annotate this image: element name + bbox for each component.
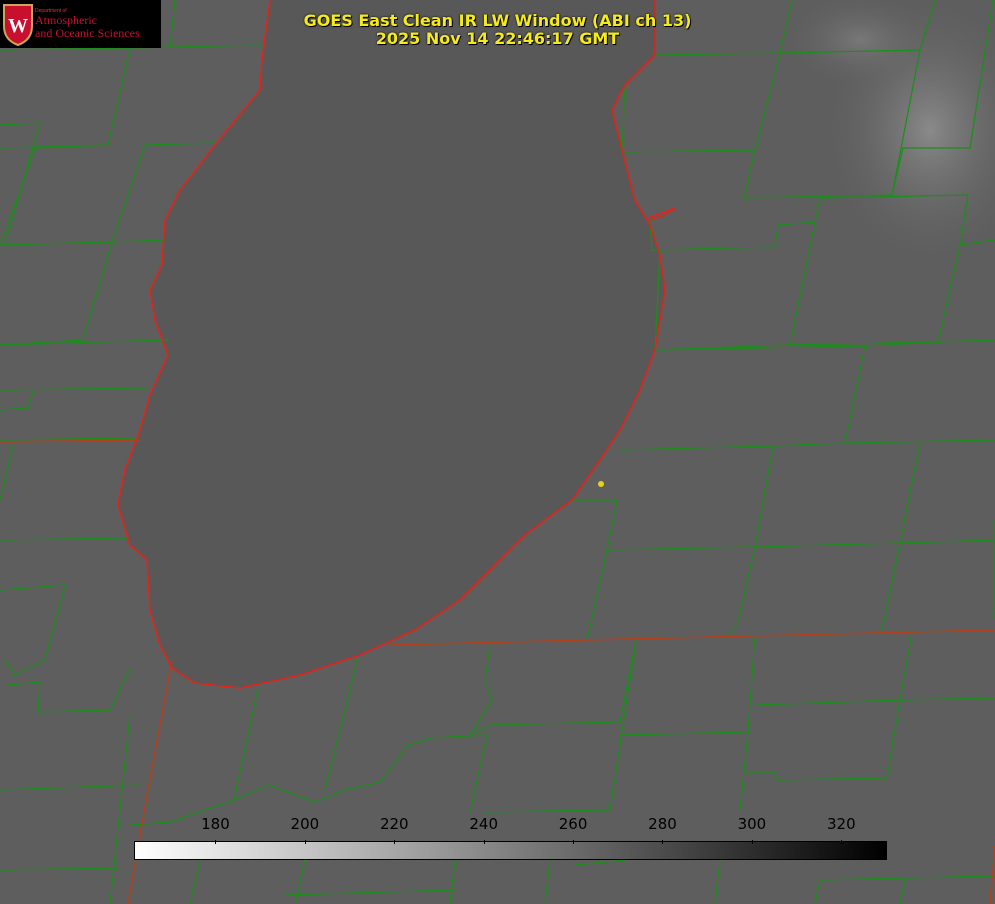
image-title: GOES East Clean IR LW Window (ABI ch 13) [303,11,692,30]
location-marker [598,481,604,487]
colorbar-tick-label: 300 [737,815,767,833]
colorbar [134,841,887,860]
colorbar-tick-label: 260 [558,815,588,833]
colorbar-tick-label: 280 [648,815,677,833]
map-canvas [0,0,995,904]
colorbar-tick-label: 200 [290,815,320,833]
colorbar-tick-label: 320 [826,815,856,833]
colorbar-tick-label: 220 [379,815,409,833]
colorbar-tick-mark [304,840,306,844]
colorbar-tick-mark [394,840,396,844]
satellite-image: W Department of Atmospheric and Oceanic … [0,0,995,904]
image-timestamp: 2025 Nov 14 22:46:17 GMT [375,29,620,48]
colorbar-tick-mark [751,840,753,844]
colorbar-tick-label: 240 [469,815,498,833]
colorbar-tick-mark [483,840,485,844]
colorbar-tick-mark [662,840,664,844]
colorbar-tick-mark [573,840,575,844]
colorbar-tick-label: 180 [201,815,230,833]
colorbar-tick-mark [215,840,217,844]
colorbar-tick-mark [841,840,843,844]
